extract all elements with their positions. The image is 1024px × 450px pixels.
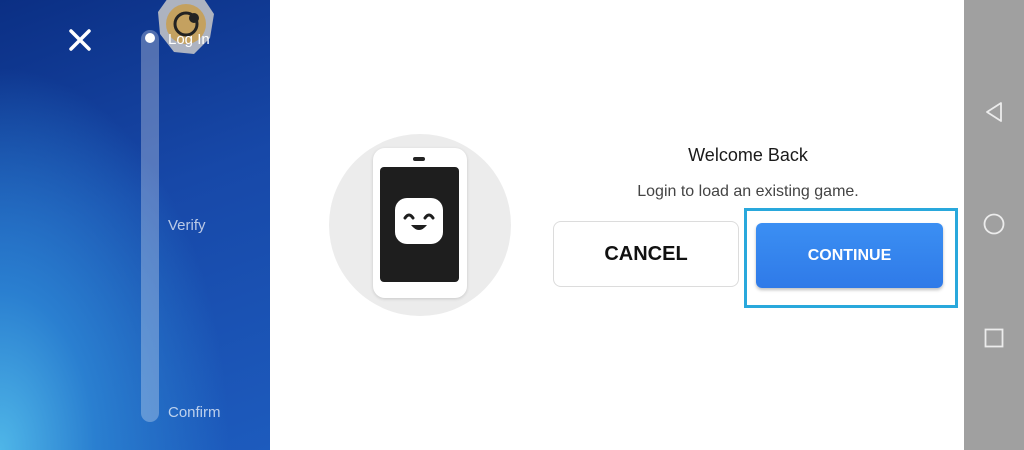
continue-button[interactable]: CONTINUE (756, 223, 943, 288)
close-icon (69, 29, 91, 51)
home-circle-icon[interactable] (982, 212, 1006, 236)
gear-badge-icon (158, 0, 214, 54)
cancel-button[interactable]: CANCEL (553, 221, 739, 287)
dialog-message: Login to load an existing game. (637, 183, 859, 200)
smiley-face-icon (395, 198, 443, 244)
phone-speaker (413, 157, 425, 161)
step-confirm: Confirm (168, 404, 221, 421)
progress-track (141, 30, 159, 422)
step-verify: Verify (168, 217, 206, 234)
back-triangle-icon[interactable] (982, 100, 1006, 124)
step-login: Log In (168, 31, 210, 48)
recent-square-icon[interactable] (982, 326, 1006, 350)
close-button[interactable] (62, 22, 98, 58)
dialog-title: Welcome Back (688, 145, 808, 165)
left-panel: Log In Verify Confirm (0, 0, 270, 450)
system-navigation-bar (964, 0, 1024, 450)
